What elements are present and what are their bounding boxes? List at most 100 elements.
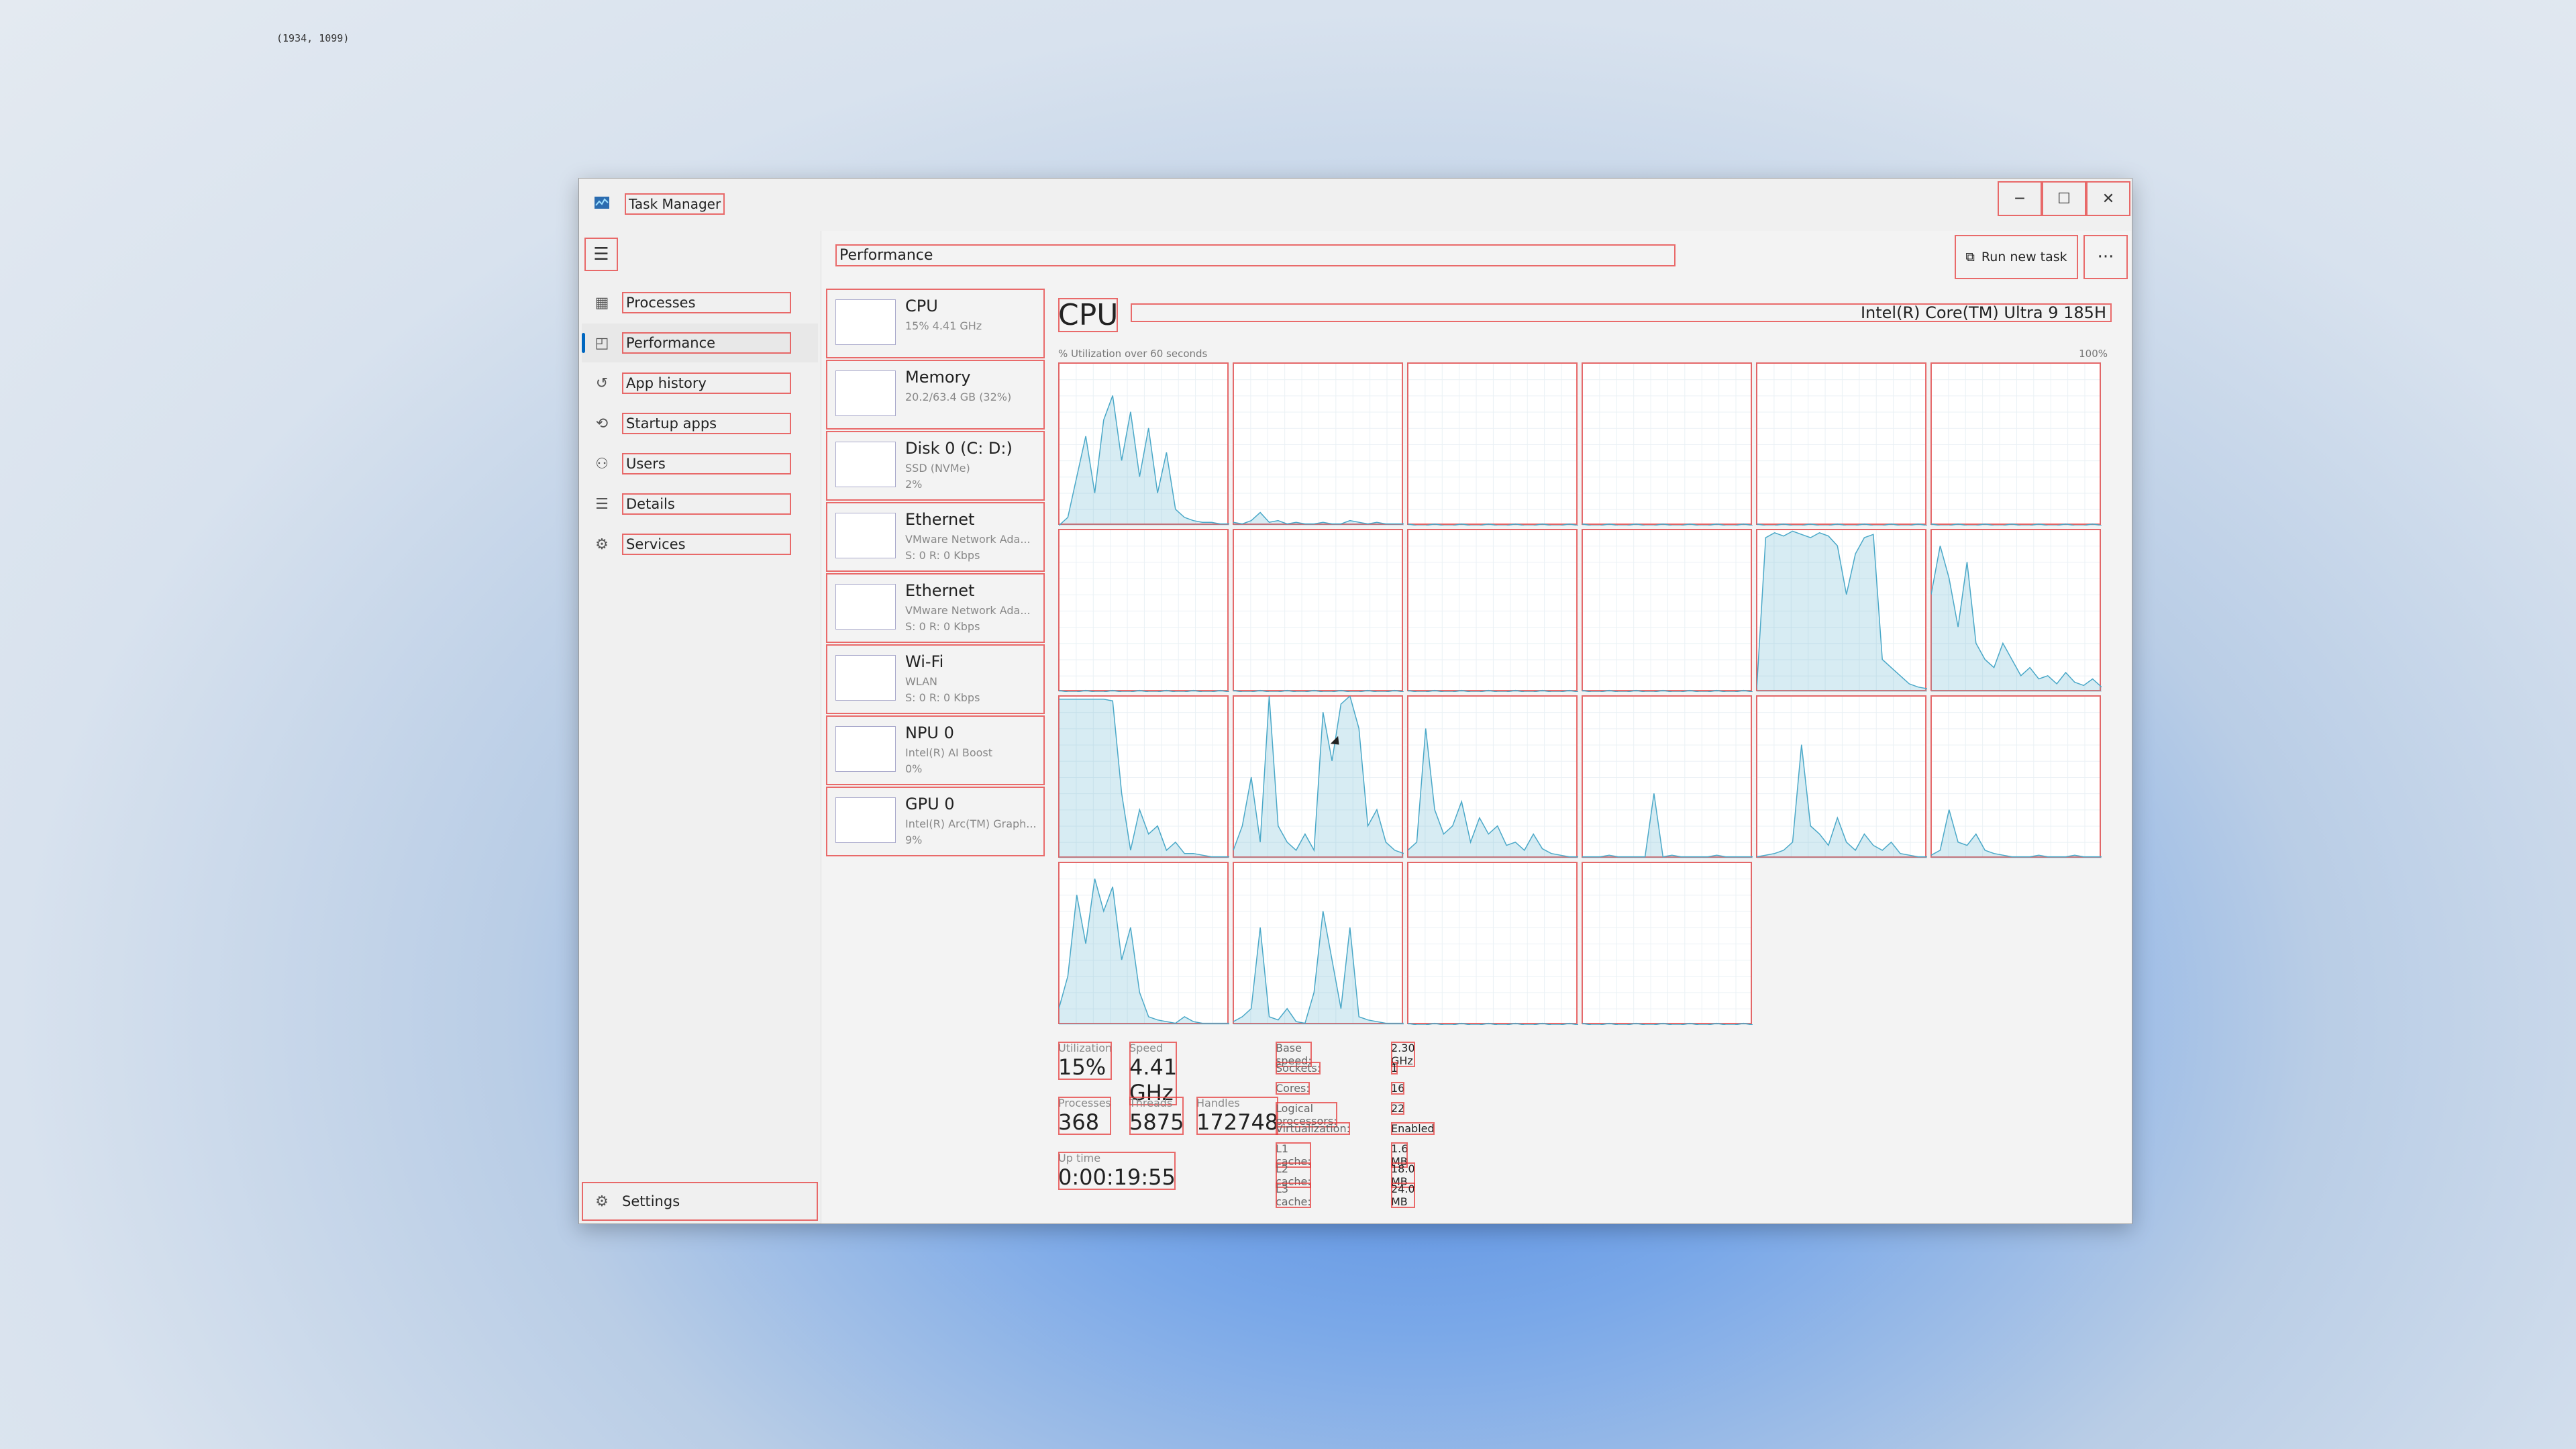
utilization-label: Utilization	[1058, 1042, 1113, 1054]
core-graph-17	[1930, 695, 2102, 858]
device-detail: S: 0 R: 0 Kbps	[905, 691, 980, 704]
close-button[interactable]: ✕	[2086, 181, 2130, 216]
sidebar-item-startup-apps[interactable]: ⟲ Startup apps	[582, 404, 818, 443]
core-utilization-line	[1931, 523, 2102, 526]
sidebar-item-services[interactable]: ⚙ Services	[582, 525, 818, 564]
window-title: Task Manager	[625, 193, 725, 215]
core-graph-11	[1930, 529, 2102, 692]
core-graph-7	[1233, 529, 1404, 692]
core-utilization-line	[1233, 696, 1404, 858]
spec-value: 1	[1391, 1062, 1398, 1075]
hamburger-icon[interactable]: ☰	[584, 238, 618, 271]
device-name: CPU	[905, 297, 938, 315]
processes-label: Processes	[1058, 1097, 1111, 1109]
utilization-value: 15%	[1058, 1054, 1106, 1080]
core-utilization-line	[1582, 793, 1753, 858]
device-thumbnail-graph	[835, 299, 896, 345]
core-utilization-line	[1757, 744, 1927, 858]
settings-label: Settings	[622, 1193, 680, 1209]
device-detail: S: 0 R: 0 Kbps	[905, 620, 980, 633]
threads-value: 5875	[1129, 1109, 1184, 1135]
core-graph-21	[1582, 862, 1753, 1025]
device-detail: 0%	[905, 762, 923, 775]
device-thumbnail-graph	[835, 370, 896, 416]
core-graph-3	[1582, 362, 1753, 526]
core-utilization-line	[1233, 689, 1404, 692]
sidebar-item-details[interactable]: ☰ Details	[582, 485, 818, 523]
core-graph-15	[1582, 695, 1753, 858]
settings-button[interactable]: ⚙ Settings	[582, 1182, 818, 1221]
spec-value: 22	[1391, 1102, 1405, 1115]
task-manager-window: Task Manager ─ ☐ ✕ ☰ ▦ Processes ◰ Performa…	[578, 178, 2132, 1224]
services-icon: ⚙	[595, 536, 609, 553]
sidebar-item-users[interactable]: ⚇ Users	[582, 444, 818, 483]
core-utilization-line	[1408, 523, 1578, 526]
sidebar-item-app-history[interactable]: ↺ App history	[582, 364, 818, 403]
core-graph-0	[1058, 362, 1229, 526]
uptime-label: Up time	[1058, 1152, 1101, 1164]
sidebar-item-label: Processes	[622, 292, 791, 313]
device-item-cpu[interactable]: CPU 15% 4.41 GHz	[826, 289, 1045, 358]
core-graph-1	[1233, 362, 1404, 526]
handles-stat: Handles 172748	[1196, 1097, 1279, 1135]
users-icon: ⚇	[595, 455, 609, 472]
device-detail: WLAN	[905, 675, 938, 688]
device-detail: 9%	[905, 834, 923, 846]
spec-label: L3 cache:	[1276, 1183, 1311, 1208]
core-utilization-line	[1233, 911, 1404, 1025]
core-utilization-line	[1757, 523, 1927, 526]
device-detail: SSD (NVMe)	[905, 462, 970, 474]
device-detail: Intel(R) Arc(TM) Graph...	[905, 817, 1037, 830]
device-item-memory[interactable]: Memory 20.2/63.4 GB (32%)	[826, 360, 1045, 430]
device-detail: 20.2/63.4 GB (32%)	[905, 391, 1012, 403]
threads-label: Threads	[1129, 1097, 1173, 1109]
device-detail: VMware Network Ada...	[905, 533, 1031, 546]
coordinate-readout: (1934, 1099)	[276, 32, 350, 44]
core-graph-20	[1407, 862, 1578, 1025]
cpu-model-name: Intel(R) Core(TM) Ultra 9 185H	[1131, 303, 2112, 322]
handles-label: Handles	[1196, 1097, 1240, 1109]
sidebar-item-processes[interactable]: ▦ Processes	[582, 283, 818, 322]
threads-stat: Threads 5875	[1129, 1097, 1184, 1135]
core-graph-5	[1930, 362, 2102, 526]
device-thumbnail-graph	[835, 726, 896, 772]
device-item-wi-fi[interactable]: Wi-Fi WLAN S: 0 R: 0 Kbps	[826, 644, 1045, 714]
device-detail: S: 0 R: 0 Kbps	[905, 549, 980, 562]
device-detail: Intel(R) AI Boost	[905, 746, 993, 759]
sidebar-item-label: Performance	[622, 332, 791, 354]
device-item-ethernet[interactable]: Ethernet VMware Network Ada... S: 0 R: 0 K…	[826, 502, 1045, 572]
device-thumbnail-graph	[835, 655, 896, 701]
spec-label: Virtualization:	[1276, 1122, 1350, 1135]
more-options-button[interactable]: ···	[2083, 235, 2128, 279]
core-utilization-line	[1582, 1022, 1753, 1025]
title-bar[interactable]: Task Manager ─ ☐ ✕	[579, 179, 2132, 231]
core-graph-9	[1582, 529, 1753, 692]
device-item-ethernet[interactable]: Ethernet VMware Network Ada... S: 0 R: 0 K…	[826, 573, 1045, 643]
device-name: NPU 0	[905, 723, 954, 742]
maximize-button[interactable]: ☐	[2042, 181, 2086, 216]
device-name: Disk 0 (C: D:)	[905, 439, 1013, 458]
device-item-disk-0-c-d-[interactable]: Disk 0 (C: D:) SSD (NVMe) 2%	[826, 431, 1045, 501]
device-detail: 2%	[905, 478, 923, 491]
sidebar-item-label: App history	[622, 372, 791, 394]
device-name: Wi-Fi	[905, 652, 944, 671]
uptime-value: 0:00:19:55	[1058, 1164, 1176, 1190]
sidebar: ☰ ▦ Processes ◰ Performance ↺ App history ⟲ Sta…	[579, 231, 821, 1223]
main-content: Performance ⧉ Run new task ··· CPU 15% 4.…	[822, 231, 2132, 1223]
sidebar-item-label: Details	[622, 493, 791, 515]
core-graph-16	[1756, 695, 1927, 858]
speed-label: Speed	[1129, 1042, 1164, 1054]
uptime-stat: Up time 0:00:19:55	[1058, 1152, 1176, 1190]
processes-icon: ▦	[595, 294, 609, 311]
device-name: GPU 0	[905, 795, 955, 813]
device-detail: VMware Network Ada...	[905, 604, 1031, 617]
core-utilization-line	[1757, 530, 1927, 692]
device-item-npu-0[interactable]: NPU 0 Intel(R) AI Boost 0%	[826, 715, 1045, 785]
run-new-task-button[interactable]: ⧉ Run new task	[1955, 235, 2078, 279]
device-item-gpu-0[interactable]: GPU 0 Intel(R) Arc(TM) Graph... 9%	[826, 787, 1045, 856]
minimize-button[interactable]: ─	[1998, 181, 2042, 216]
device-name: Ethernet	[905, 581, 975, 600]
sidebar-item-performance[interactable]: ◰ Performance	[582, 323, 818, 362]
device-detail: 15% 4.41 GHz	[905, 319, 982, 332]
core-utilization-line	[1059, 879, 1229, 1025]
